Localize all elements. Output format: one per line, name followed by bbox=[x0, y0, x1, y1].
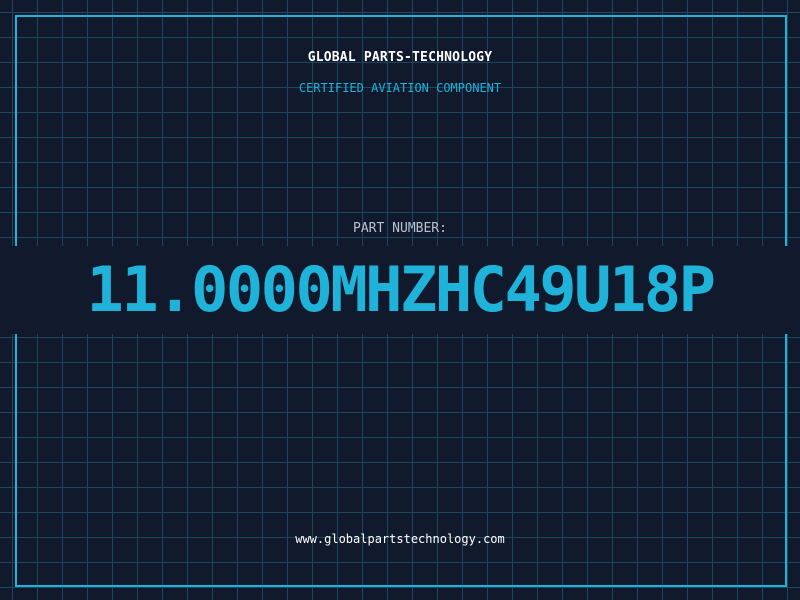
part-number-value: 11.0000MHZHC49U18P bbox=[86, 253, 716, 326]
website-url: www.globalpartstechnology.com bbox=[295, 532, 505, 546]
part-number-label: PART NUMBER: bbox=[353, 221, 447, 236]
brand-title: GLOBAL PARTS-TECHNOLOGY bbox=[307, 50, 493, 65]
brand-subtitle: CERTIFIED AVIATION COMPONENT bbox=[298, 81, 502, 95]
